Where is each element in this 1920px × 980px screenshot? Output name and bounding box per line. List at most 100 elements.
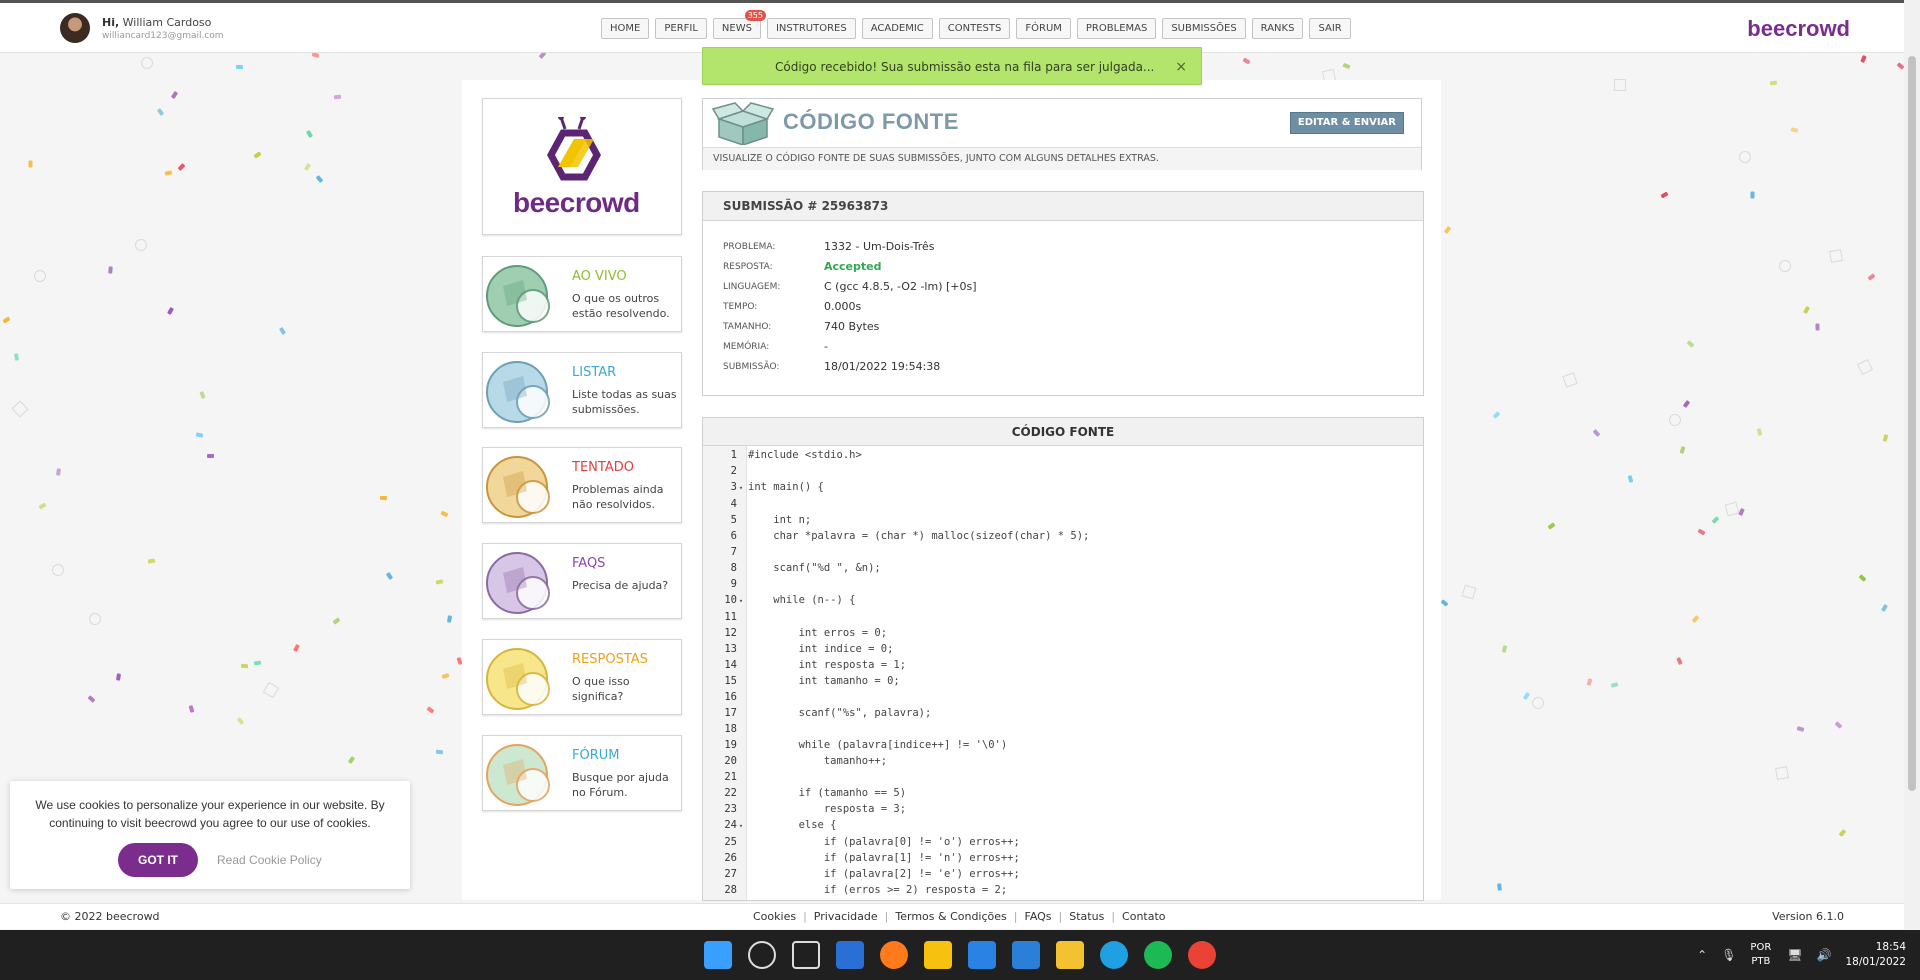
volume-icon[interactable]: 🔊	[1817, 948, 1832, 962]
nav-label: NEWS	[721, 23, 752, 34]
confetti-piece	[1834, 721, 1843, 729]
nav-submiss-es[interactable]: SUBMISSÕES	[1162, 18, 1246, 39]
user-info[interactable]: Hi, William Cardoso williancard123@gmail…	[60, 13, 224, 43]
footer-link-cookies[interactable]: Cookies	[753, 904, 796, 930]
windows-start-icon[interactable]	[704, 941, 732, 969]
nav-sair[interactable]: SAIR	[1309, 18, 1351, 39]
confetti-piece	[1242, 57, 1251, 65]
sticky-notes-icon[interactable]	[924, 941, 952, 969]
background-shape	[1562, 372, 1578, 388]
line-number: 5	[730, 514, 737, 526]
confetti-piece	[379, 495, 388, 501]
separator: |	[1058, 910, 1063, 923]
submission-heading: SUBMISSÃO # 25963873	[703, 192, 1423, 221]
nav-problemas[interactable]: PROBLEMAS	[1076, 18, 1157, 39]
fold-arrow-icon[interactable]: ▾	[737, 480, 745, 496]
avatar[interactable]	[60, 13, 90, 43]
edit-and-send-button[interactable]: EDITAR & ENVIAR	[1289, 112, 1404, 134]
confetti-piece	[195, 432, 204, 438]
line-number: 11	[724, 611, 737, 623]
sidebar-item-listar[interactable]: LISTAR Liste todas as suas submissões.	[482, 352, 682, 428]
separator: |	[1013, 910, 1018, 923]
line-number: 23	[724, 803, 737, 815]
widgets-icon[interactable]	[836, 941, 864, 969]
mail-icon[interactable]	[1012, 941, 1040, 969]
nav-contests[interactable]: CONTESTS	[938, 18, 1011, 39]
line-number: 9	[730, 578, 737, 590]
copyright: © 2022 beecrowd	[60, 910, 160, 923]
input-language[interactable]: POR PTB	[1750, 941, 1771, 969]
confetti-piece	[305, 129, 314, 139]
toast-message: Código recebido! Sua submissão esta na f…	[775, 60, 1155, 74]
field-label: PROBLEMA:	[723, 242, 776, 252]
task-view-icon[interactable]	[792, 941, 820, 969]
background-shape	[50, 562, 66, 578]
separator: |	[884, 910, 889, 923]
nav-label: PROBLEMAS	[1085, 23, 1148, 34]
confetti-piece	[1497, 883, 1502, 891]
nav-label: CONTESTS	[947, 23, 1002, 34]
fold-arrow-icon[interactable]: ▾	[737, 818, 745, 834]
chevron-up-icon[interactable]: ⌃	[1697, 948, 1707, 962]
footer-link-status[interactable]: Status	[1069, 904, 1104, 930]
submission-toast: Código recebido! Sua submissão esta na f…	[702, 47, 1202, 85]
code-editor[interactable]: 1 #include <stdio.h> 2 3 ▾ int main() {4 5 int…	[703, 447, 1089, 900]
nav-news[interactable]: NEWS 355	[712, 10, 766, 39]
confetti-piece	[1882, 434, 1889, 442]
microphone-icon[interactable]: 🎙	[1721, 948, 1736, 962]
code-line: 12 int erros = 0;	[703, 625, 1089, 641]
footer-link-termos-condi-es[interactable]: Termos & Condições	[895, 904, 1006, 930]
background-shape	[1668, 413, 1682, 427]
scrollbar-thumb[interactable]	[1908, 56, 1916, 791]
page-header: CÓDIGO FONTE EDITAR & ENVIAR VISUALIZE O…	[702, 98, 1422, 170]
chrome-icon[interactable]	[1188, 941, 1216, 969]
confetti-piece	[1342, 62, 1351, 70]
close-icon[interactable]: ×	[1175, 48, 1187, 86]
field-value: 18/01/2022 19:54:38	[824, 360, 941, 373]
sidebar-item-title: LISTAR	[572, 365, 617, 380]
lang-top: POR	[1750, 942, 1772, 953]
windows-taskbar: ⌃ 🎙 POR PTB 🖥 🔊 18:54 18/01/2022	[0, 930, 1920, 980]
accept-cookies-button[interactable]: GOT IT	[118, 843, 198, 877]
firefox-icon[interactable]	[880, 941, 908, 969]
confetti-piece	[1676, 656, 1683, 666]
confetti-piece	[147, 558, 156, 564]
line-number: 25	[724, 836, 737, 848]
footer-link-faqs[interactable]: FAQs	[1025, 904, 1052, 930]
sidebar-item-faqs[interactable]: FAQS Precisa de ajuda?	[482, 543, 682, 619]
confetti-piece	[1880, 603, 1889, 613]
nav-instrutores[interactable]: INSTRUTORES	[766, 18, 856, 39]
nav-f-rum[interactable]: FÓRUM	[1016, 18, 1071, 39]
nav-academic[interactable]: ACADEMIC	[861, 18, 933, 39]
footer-link-contato[interactable]: Contato	[1122, 904, 1165, 930]
search-icon[interactable]	[748, 941, 776, 969]
footer-link-privacidade[interactable]: Privacidade	[814, 904, 878, 930]
code-line: 22 if (tamanho == 5)	[703, 785, 1089, 801]
fold-arrow-icon[interactable]: ▾	[737, 593, 745, 609]
store-icon[interactable]	[968, 941, 996, 969]
code-text: int main() {	[748, 481, 824, 493]
confetti-piece	[108, 266, 113, 274]
nav-perfil[interactable]: PERFIL	[655, 18, 707, 39]
spotify-icon[interactable]	[1144, 941, 1172, 969]
sidebar-item-tentado[interactable]: TENTADO Problemas ainda não resolvidos.	[482, 447, 682, 523]
brand-logo[interactable]: beecrowd	[1747, 16, 1850, 42]
file-explorer-icon[interactable]	[1056, 941, 1084, 969]
edge-icon[interactable]	[1100, 941, 1128, 969]
page-scrollbar[interactable]	[1904, 0, 1920, 929]
nav-ranks[interactable]: RANKS	[1251, 18, 1304, 39]
cookie-policy-link[interactable]: Read Cookie Policy	[217, 853, 322, 867]
sidebar-item-respostas[interactable]: RESPOSTAS O que isso significa?	[482, 639, 682, 715]
lightbulb-icon	[486, 648, 550, 710]
nav-home[interactable]: HOME	[601, 18, 650, 39]
sidebar-item-ao-vivo[interactable]: AO VIVO O que os outros estão resolvendo.	[482, 256, 682, 332]
sidebar-item-desc: Busque por ajuda no Fórum.	[572, 771, 669, 799]
confetti-piece	[426, 706, 435, 714]
confetti-piece	[1697, 528, 1706, 536]
clock[interactable]: 18:54 18/01/2022	[1845, 940, 1906, 970]
code-text: tamanho++;	[748, 755, 888, 767]
sidebar-item-f-rum[interactable]: FÓRUM Busque por ajuda no Fórum.	[482, 735, 682, 811]
background-shape	[1530, 695, 1546, 711]
network-icon[interactable]: 🖥	[1787, 948, 1802, 962]
